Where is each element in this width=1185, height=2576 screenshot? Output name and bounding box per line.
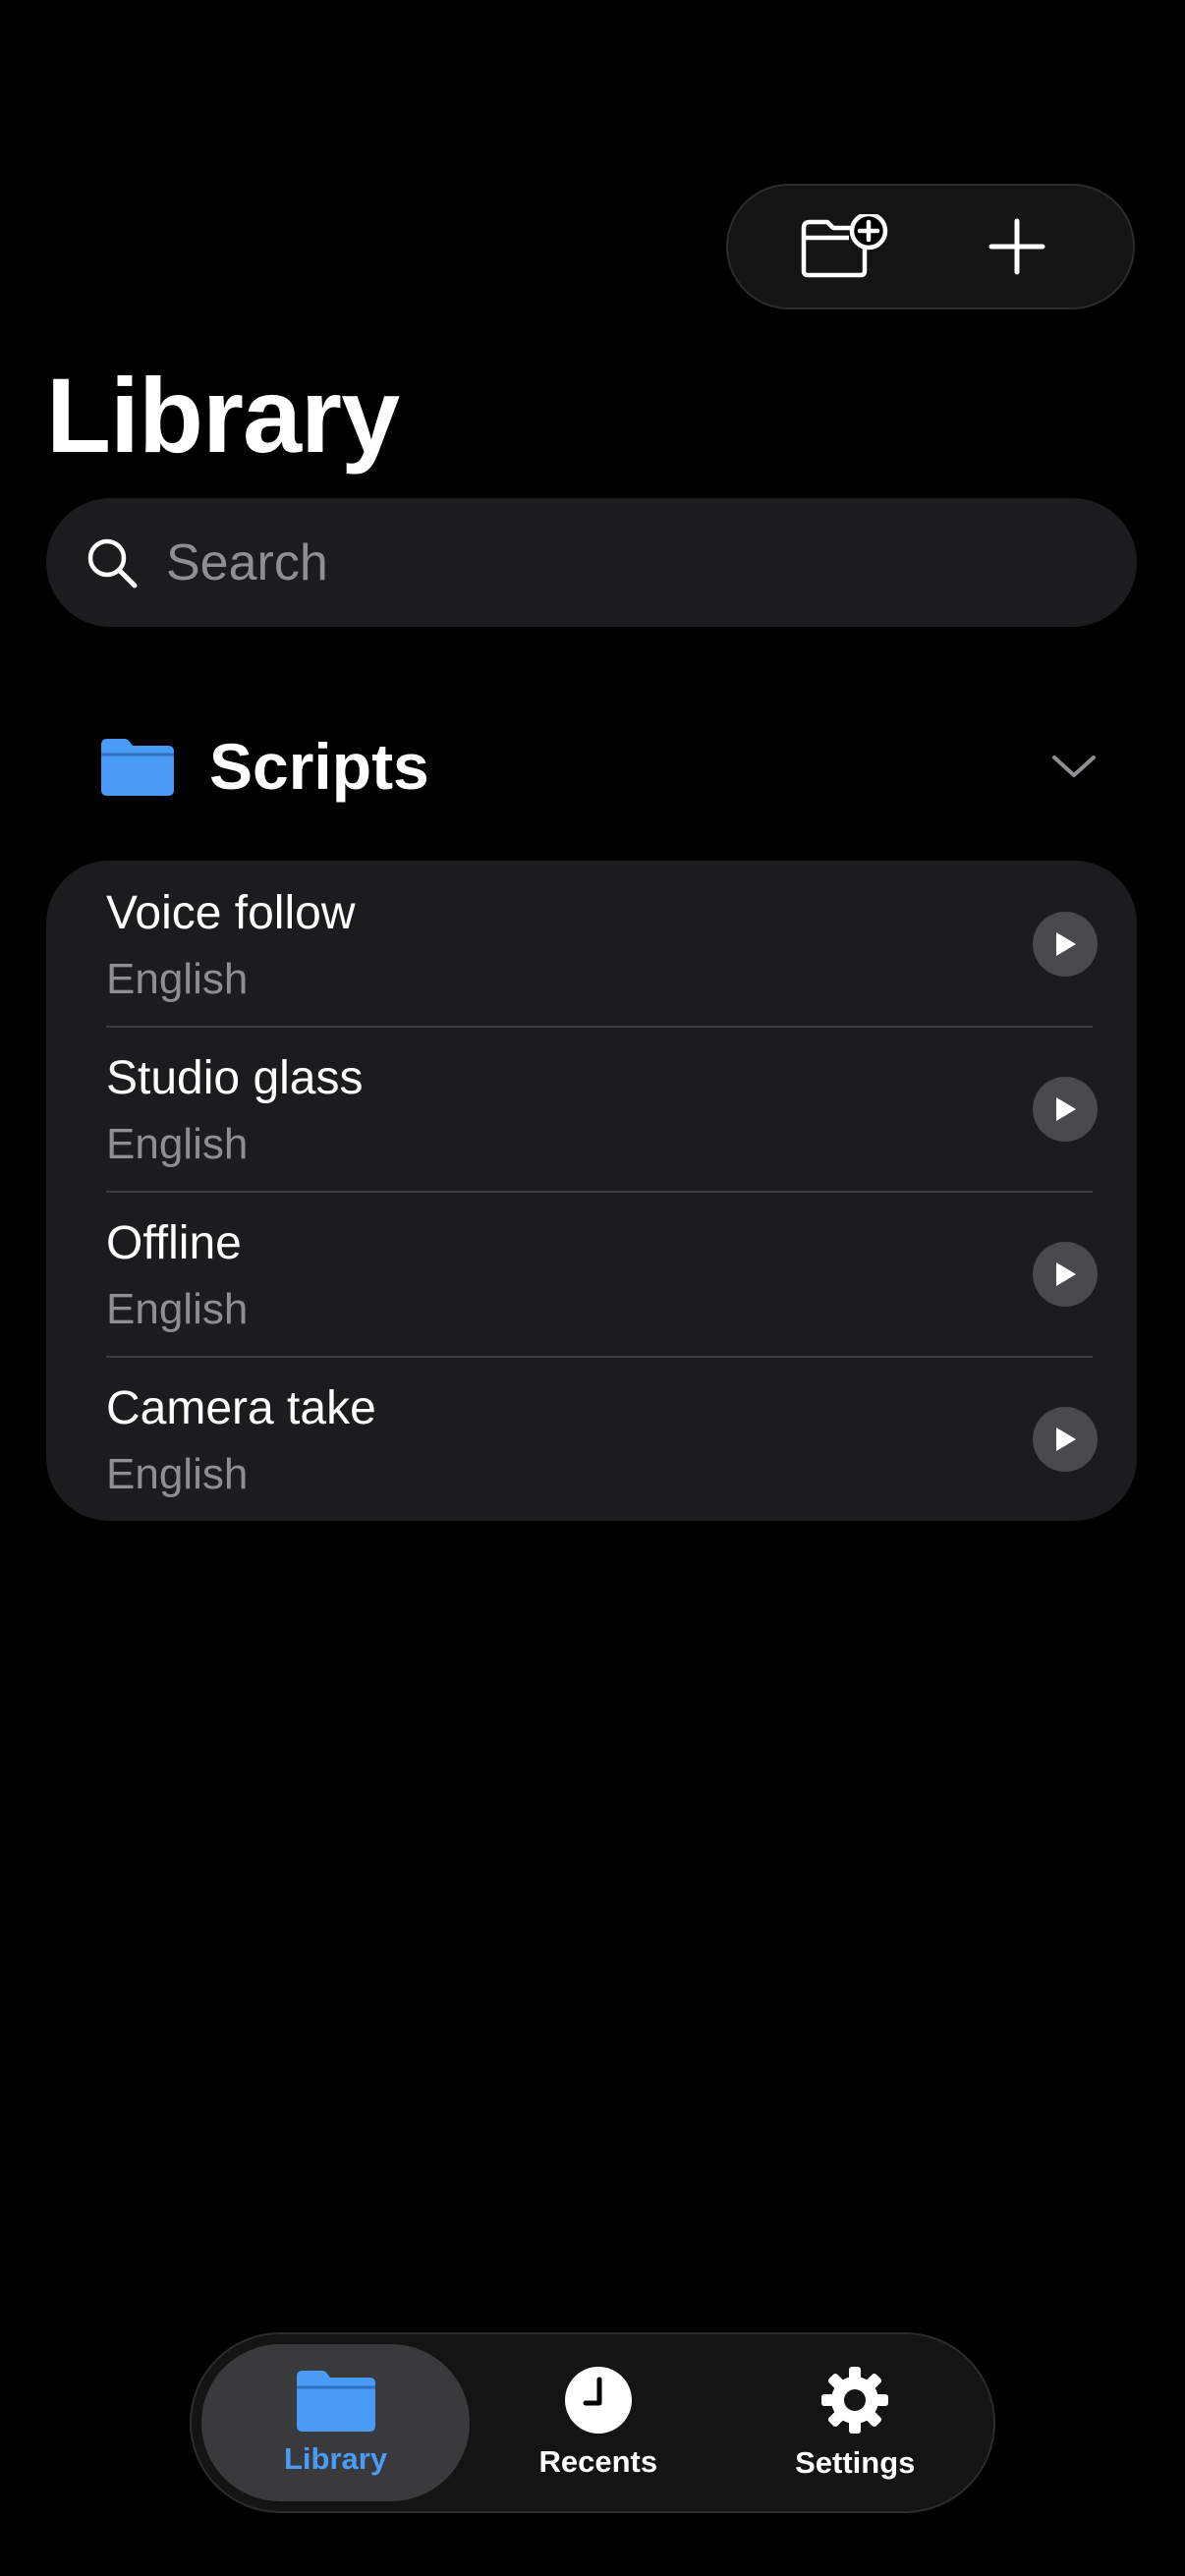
gear-icon (821, 2367, 889, 2434)
tab-library[interactable]: Library (201, 2344, 471, 2501)
script-row[interactable]: Voice follow English (46, 861, 1137, 1026)
script-name: Voice follow (106, 887, 356, 939)
folder-add-icon (801, 214, 888, 278)
play-button[interactable] (1033, 912, 1098, 977)
new-folder-button[interactable] (790, 193, 898, 301)
script-language: English (106, 1285, 249, 1333)
script-row[interactable]: Offline English (46, 1191, 1137, 1356)
top-actions-bar (726, 184, 1135, 309)
page-title: Library (46, 356, 400, 475)
tab-label: Library (283, 2441, 388, 2476)
script-name: Camera take (106, 1382, 376, 1434)
chevron-down-icon[interactable] (1050, 752, 1098, 781)
script-language: English (106, 1120, 249, 1168)
folder-header-scripts[interactable]: Scripts (46, 707, 1137, 825)
play-icon (1056, 1097, 1076, 1121)
script-name: Studio glass (106, 1052, 364, 1104)
tab-bar: Library Recents Settings (190, 2332, 995, 2513)
tab-settings[interactable]: Settings (727, 2344, 984, 2501)
add-button[interactable] (963, 193, 1071, 301)
script-row[interactable]: Studio glass English (46, 1026, 1137, 1191)
script-language: English (106, 1450, 249, 1498)
script-language: English (106, 955, 249, 1003)
folder-icon (296, 2371, 375, 2432)
script-row[interactable]: Camera take English (46, 1356, 1137, 1521)
tab-label: Settings (795, 2445, 916, 2480)
search-input[interactable] (164, 532, 1052, 593)
folder-icon (101, 739, 174, 796)
play-icon (1056, 1262, 1076, 1286)
script-name: Offline (106, 1217, 242, 1269)
plus-icon (988, 218, 1045, 275)
search-bar[interactable] (46, 498, 1137, 627)
tab-recents[interactable]: Recents (470, 2344, 726, 2501)
script-list: Voice follow English Studio glass Englis… (46, 861, 1137, 1521)
play-button[interactable] (1033, 1242, 1098, 1307)
tab-label: Recents (538, 2444, 658, 2479)
folder-title: Scripts (209, 730, 429, 803)
search-icon (87, 538, 138, 588)
play-icon (1056, 1428, 1076, 1451)
play-icon (1056, 932, 1076, 956)
clock-icon (564, 2367, 632, 2434)
play-button[interactable] (1033, 1077, 1098, 1142)
play-button[interactable] (1033, 1407, 1098, 1472)
